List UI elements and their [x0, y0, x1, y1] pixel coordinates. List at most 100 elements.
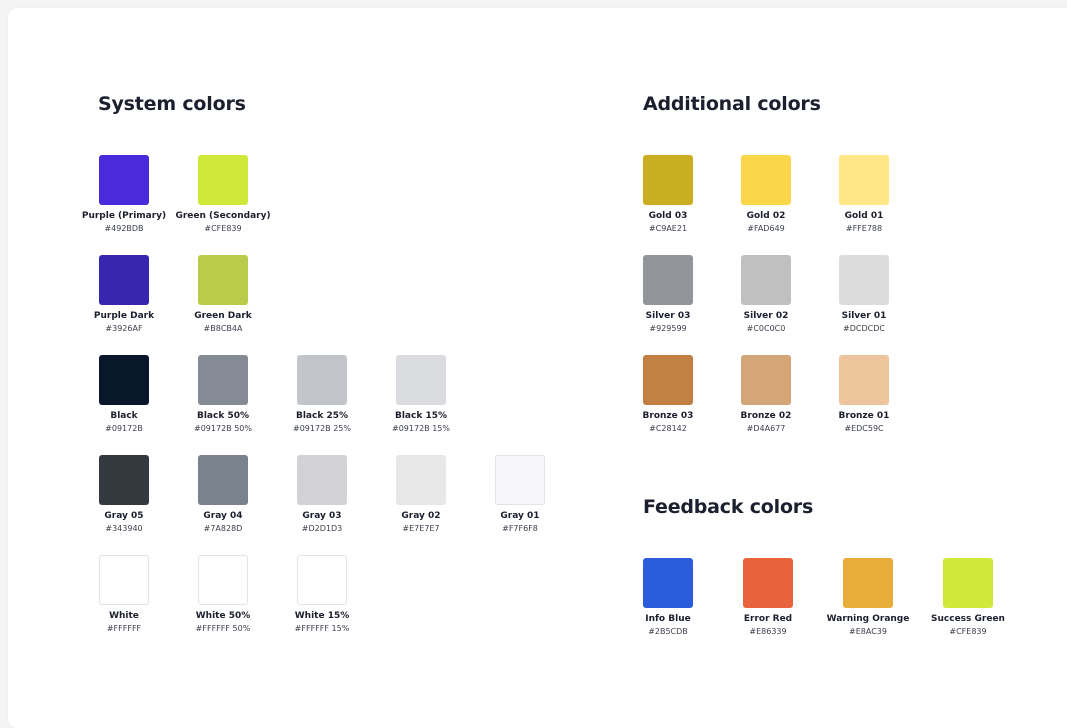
- swatch-gray-02[interactable]: Gray 02 #E7E7E7: [376, 455, 466, 534]
- color-hex: #09172B: [105, 424, 143, 433]
- color-chip[interactable]: [741, 255, 791, 305]
- color-name: White 15%: [294, 611, 350, 621]
- swatch-gray-01[interactable]: Gray 01 #F7F6F8: [475, 455, 565, 534]
- swatch-gold-01[interactable]: Gold 01 #FFE788: [819, 155, 909, 234]
- color-chip[interactable]: [297, 555, 347, 605]
- swatch-purple-primary[interactable]: Purple (Primary) #492BDB: [79, 155, 169, 234]
- color-name: White 50%: [195, 611, 251, 621]
- color-chip[interactable]: [396, 355, 446, 405]
- color-name: Warning Orange: [826, 614, 910, 624]
- color-chip[interactable]: [843, 558, 893, 608]
- swatch-gold-03[interactable]: Gold 03 #C9AE21: [623, 155, 713, 234]
- swatch-bronze-03[interactable]: Bronze 03 #C28142: [623, 355, 713, 434]
- color-chip[interactable]: [99, 355, 149, 405]
- color-chip[interactable]: [743, 558, 793, 608]
- color-name: Gray 02: [401, 511, 441, 521]
- feedback-colors-title: Feedback colors: [643, 496, 814, 518]
- color-chip[interactable]: [643, 155, 693, 205]
- swatch-gold-02[interactable]: Gold 02 #FAD649: [721, 155, 811, 234]
- color-chip[interactable]: [99, 455, 149, 505]
- color-chip[interactable]: [839, 255, 889, 305]
- swatch-gray-05[interactable]: Gray 05 #343940: [79, 455, 169, 534]
- color-hex: #E86339: [749, 627, 787, 636]
- color-chip[interactable]: [495, 455, 545, 505]
- color-chip[interactable]: [297, 455, 347, 505]
- color-chip[interactable]: [198, 155, 248, 205]
- swatch-error-red[interactable]: Error Red #E86339: [723, 558, 813, 637]
- color-chip[interactable]: [741, 155, 791, 205]
- swatch-success-green[interactable]: Success Green #CFE839: [923, 558, 1013, 637]
- system-colors-title: System colors: [98, 93, 246, 115]
- color-hex: #DCDCDC: [843, 324, 885, 333]
- color-name: Info Blue: [645, 614, 691, 624]
- swatch-silver-01[interactable]: Silver 01 #DCDCDC: [819, 255, 909, 334]
- color-name: Silver 02: [743, 311, 789, 321]
- color-name: Silver 01: [841, 311, 887, 321]
- color-name: Green Dark: [194, 311, 252, 321]
- color-hex: #09172B 50%: [194, 424, 252, 433]
- swatch-silver-02[interactable]: Silver 02 #C0C0C0: [721, 255, 811, 334]
- color-chip[interactable]: [643, 355, 693, 405]
- swatch-white[interactable]: White #FFFFFF: [79, 555, 169, 634]
- color-chip[interactable]: [396, 455, 446, 505]
- swatch-info-blue[interactable]: Info Blue #2B5CDB: [623, 558, 713, 637]
- swatch-white-15[interactable]: White 15% #FFFFFF 15%: [277, 555, 367, 634]
- swatch-black-25[interactable]: Black 25% #09172B 25%: [277, 355, 367, 434]
- swatch-white-50[interactable]: White 50% #FFFFFF 50%: [178, 555, 268, 634]
- color-hex: #D4A677: [746, 424, 786, 433]
- color-name: Bronze 03: [642, 411, 694, 421]
- color-name: Gray 01: [500, 511, 540, 521]
- color-name: Gold 01: [844, 211, 884, 221]
- color-hex: #492BDB: [104, 224, 144, 233]
- swatch-warning-orange[interactable]: Warning Orange #E8AC39: [823, 558, 913, 637]
- color-name: Purple Dark: [93, 311, 155, 321]
- swatch-gray-03[interactable]: Gray 03 #D2D1D3: [277, 455, 367, 534]
- additional-colors-title: Additional colors: [643, 93, 821, 115]
- color-chip[interactable]: [99, 555, 149, 605]
- swatch-silver-03[interactable]: Silver 03 #929599: [623, 255, 713, 334]
- color-hex: #09172B 25%: [293, 424, 351, 433]
- color-chip[interactable]: [643, 255, 693, 305]
- color-chip[interactable]: [643, 558, 693, 608]
- swatch-bronze-02[interactable]: Bronze 02 #D4A677: [721, 355, 811, 434]
- color-name: Silver 03: [645, 311, 691, 321]
- color-chip[interactable]: [198, 255, 248, 305]
- color-chip[interactable]: [99, 255, 149, 305]
- color-hex: #3926AF: [105, 324, 143, 333]
- color-name: Gray 05: [104, 511, 144, 521]
- color-chip[interactable]: [943, 558, 993, 608]
- color-hex: #E8AC39: [849, 627, 887, 636]
- color-name: Gray 03: [302, 511, 342, 521]
- swatch-purple-dark[interactable]: Purple Dark #3926AF: [79, 255, 169, 334]
- swatch-black-50[interactable]: Black 50% #09172B 50%: [178, 355, 268, 434]
- swatch-green-dark[interactable]: Green Dark #B8CB4A: [178, 255, 268, 334]
- color-hex: #EDC59C: [844, 424, 884, 433]
- color-chip[interactable]: [198, 355, 248, 405]
- color-chip[interactable]: [741, 355, 791, 405]
- color-hex: #B8CB4A: [203, 324, 243, 333]
- color-name: Black 50%: [196, 411, 249, 421]
- color-name: Success Green: [931, 614, 1005, 624]
- color-chip[interactable]: [198, 455, 248, 505]
- color-chip[interactable]: [99, 155, 149, 205]
- color-hex: #FFE788: [845, 224, 883, 233]
- color-hex: #CFE839: [204, 224, 242, 233]
- color-chip[interactable]: [297, 355, 347, 405]
- color-name: Purple (Primary): [81, 211, 167, 221]
- color-hex: #929599: [649, 324, 687, 333]
- color-hex: #FFFFFF 50%: [195, 624, 251, 633]
- color-chip[interactable]: [198, 555, 248, 605]
- color-name: Green (Secondary): [175, 211, 271, 221]
- color-name: Black 15%: [394, 411, 447, 421]
- swatch-green-secondary[interactable]: Green (Secondary) #CFE839: [175, 155, 271, 234]
- color-chip[interactable]: [839, 155, 889, 205]
- color-hex: #C28142: [649, 424, 687, 433]
- color-hex: #E7E7E7: [402, 524, 440, 533]
- color-hex: #2B5CDB: [648, 627, 688, 636]
- swatch-black[interactable]: Black #09172B: [79, 355, 169, 434]
- swatch-gray-04[interactable]: Gray 04 #7A828D: [178, 455, 268, 534]
- swatch-black-15[interactable]: Black 15% #09172B 15%: [376, 355, 466, 434]
- swatch-bronze-01[interactable]: Bronze 01 #EDC59C: [819, 355, 909, 434]
- color-chip[interactable]: [839, 355, 889, 405]
- color-hex: #FAD649: [747, 224, 785, 233]
